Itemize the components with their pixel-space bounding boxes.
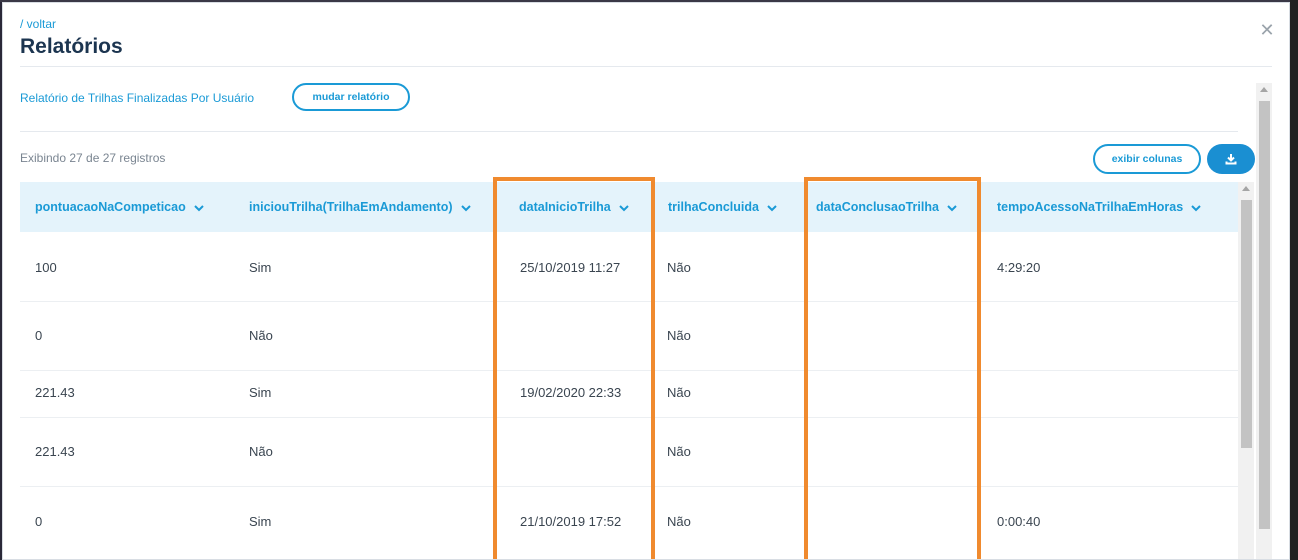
back-link[interactable]: / voltar bbox=[20, 17, 56, 31]
chevron-down-icon bbox=[194, 183, 204, 233]
column-header-data-conclusao[interactable]: dataConclusaoTrilha bbox=[816, 182, 957, 232]
reports-modal: / voltar Relatórios ✕ Relatório de Trilh… bbox=[2, 2, 1290, 560]
download-icon bbox=[1225, 154, 1237, 165]
table-cell: 221.43 bbox=[35, 385, 75, 400]
table-row: 221.43 Não Não bbox=[20, 418, 1238, 487]
column-header-data-inicio[interactable]: dataInicioTrilha bbox=[519, 182, 629, 232]
column-label: trilhaConcluida bbox=[668, 200, 759, 214]
scroll-up-icon[interactable] bbox=[1260, 87, 1268, 92]
table-cell: 221.43 bbox=[35, 444, 75, 459]
report-name: Relatório de Trilhas Finalizadas Por Usu… bbox=[20, 91, 255, 105]
table-cell: 4:29:20 bbox=[997, 260, 1041, 275]
records-count: Exibindo 27 de 27 registros bbox=[20, 151, 166, 165]
close-icon[interactable]: ✕ bbox=[1257, 20, 1277, 40]
table-row: 0 Não Não bbox=[20, 302, 1238, 371]
scrollbar-thumb[interactable] bbox=[1259, 101, 1270, 529]
table-cell: 19/02/2020 22:33 bbox=[520, 385, 622, 400]
table-cell: Não bbox=[249, 444, 273, 459]
table-cell: 100 bbox=[35, 260, 57, 275]
divider bbox=[20, 131, 1238, 132]
table-cell: Não bbox=[667, 260, 691, 275]
column-label: tempoAcessoNaTrilhaEmHoras bbox=[997, 200, 1184, 214]
background-strip bbox=[1290, 0, 1298, 560]
divider bbox=[20, 66, 1272, 67]
scrollbar-thumb[interactable] bbox=[1241, 200, 1252, 448]
table-cell: Não bbox=[667, 444, 691, 459]
modal-scrollbar[interactable] bbox=[1256, 83, 1272, 559]
table-scrollbar[interactable] bbox=[1238, 182, 1254, 559]
table-header: pontuacaoNaCompeticao iniciouTrilha(Tril… bbox=[20, 182, 1238, 232]
report-table: pontuacaoNaCompeticao iniciouTrilha(Tril… bbox=[20, 182, 1238, 559]
chevron-down-icon bbox=[947, 183, 957, 233]
table-cell: Sim bbox=[249, 514, 272, 529]
scroll-up-icon[interactable] bbox=[1242, 186, 1250, 191]
table-cell: Não bbox=[249, 328, 273, 343]
table-cell: 0:00:40 bbox=[997, 514, 1041, 529]
column-header-pontuacao[interactable]: pontuacaoNaCompeticao bbox=[35, 182, 204, 232]
table-row: 0 Sim 21/10/2019 17:52 Não 0:00:40 bbox=[20, 487, 1238, 557]
table-row: 221.43 Sim 19/02/2020 22:33 Não bbox=[20, 371, 1238, 418]
column-label: dataInicioTrilha bbox=[519, 200, 611, 214]
column-label: iniciouTrilha(TrilhaEmAndamento) bbox=[249, 200, 453, 214]
column-header-tempo-acesso[interactable]: tempoAcessoNaTrilhaEmHoras bbox=[997, 182, 1201, 232]
page-title: Relatórios bbox=[20, 35, 123, 58]
table-cell: Sim bbox=[249, 385, 272, 400]
column-header-trilha-concluida[interactable]: trilhaConcluida bbox=[668, 182, 777, 232]
chevron-down-icon bbox=[767, 183, 777, 233]
table-row: 100 Sim 25/10/2019 11:27 Não 4:29:20 bbox=[20, 232, 1238, 302]
table-cell: Sim bbox=[249, 260, 272, 275]
chevron-down-icon bbox=[1191, 183, 1201, 233]
table-cell: 0 bbox=[35, 514, 43, 529]
table-cell: Não bbox=[667, 328, 691, 343]
table-cell: 0 bbox=[35, 328, 43, 343]
column-header-iniciou[interactable]: iniciouTrilha(TrilhaEmAndamento) bbox=[249, 182, 471, 232]
table-cell: Não bbox=[667, 385, 691, 400]
chevron-down-icon bbox=[460, 183, 471, 233]
column-label: pontuacaoNaCompeticao bbox=[35, 200, 186, 214]
table-cell: 25/10/2019 11:27 bbox=[520, 260, 621, 275]
table-cell: Não bbox=[667, 514, 691, 529]
show-columns-button[interactable]: exibir colunas bbox=[1093, 144, 1201, 174]
download-button[interactable] bbox=[1207, 144, 1255, 174]
table-cell: 21/10/2019 17:52 bbox=[520, 514, 622, 529]
column-label: dataConclusaoTrilha bbox=[816, 200, 939, 214]
change-report-button[interactable]: mudar relatório bbox=[292, 83, 410, 111]
chevron-down-icon bbox=[618, 183, 629, 233]
